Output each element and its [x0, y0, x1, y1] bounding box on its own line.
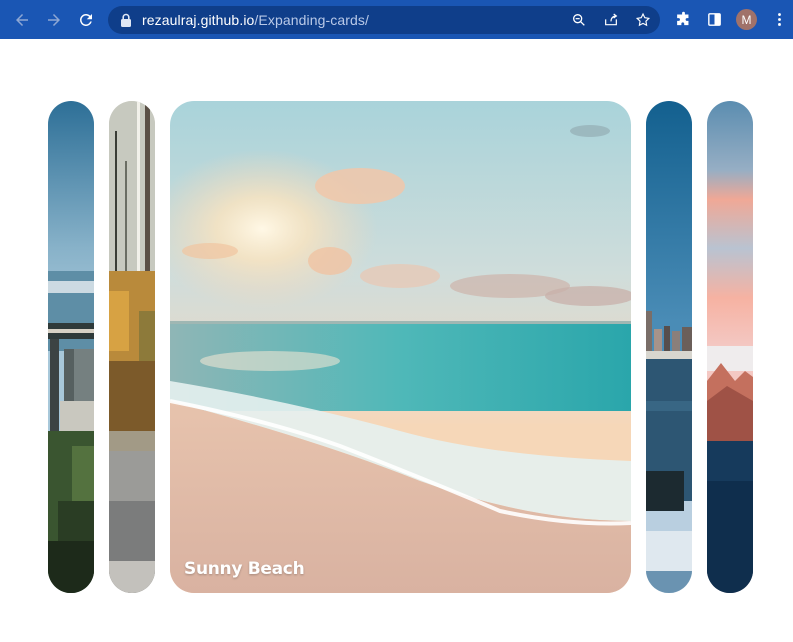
- side-panel-icon: [707, 12, 721, 26]
- url-path: /Expanding-cards/: [254, 12, 369, 28]
- city-image: [646, 101, 692, 593]
- address-bar[interactable]: rezaulraj.github.io/Expanding-cards/: [108, 6, 660, 34]
- star-icon: [635, 12, 651, 27]
- zoom-icon: [573, 13, 585, 26]
- url-host: rezaulraj.github.io: [142, 12, 255, 28]
- back-button[interactable]: [11, 9, 33, 31]
- puzzle-icon: [676, 11, 688, 25]
- mountain-image: [707, 101, 753, 593]
- zoom-button[interactable]: [570, 11, 588, 29]
- card-bridge[interactable]: [48, 101, 94, 593]
- side-panel-button[interactable]: [704, 9, 724, 29]
- card-forest[interactable]: [109, 101, 155, 593]
- bridge-image: [48, 101, 94, 593]
- card-city[interactable]: [646, 101, 692, 593]
- card-beach[interactable]: Sunny Beach: [170, 101, 631, 593]
- url-text: rezaulraj.github.io/Expanding-cards/: [142, 12, 369, 28]
- arrow-left-icon: [16, 14, 28, 26]
- share-icon: [605, 13, 618, 26]
- expanding-cards-page: Sunny Beach: [0, 39, 793, 642]
- card-mountain[interactable]: [707, 101, 753, 593]
- extensions-button[interactable]: [673, 9, 693, 29]
- lock-icon: [121, 13, 131, 27]
- arrow-right-icon: [48, 14, 60, 26]
- kebab-menu-icon: [777, 12, 781, 26]
- profile-avatar[interactable]: M: [736, 9, 757, 30]
- reload-icon: [79, 13, 92, 26]
- reload-button[interactable]: [75, 9, 97, 31]
- forest-image: [109, 101, 155, 593]
- card-title: Sunny Beach: [184, 559, 305, 579]
- forward-button[interactable]: [43, 9, 65, 31]
- share-button[interactable]: [602, 11, 620, 29]
- bookmark-button[interactable]: [634, 11, 652, 29]
- menu-button[interactable]: [769, 9, 789, 29]
- browser-toolbar: rezaulraj.github.io/Expanding-cards/ M: [0, 0, 793, 39]
- beach-image: [170, 101, 631, 593]
